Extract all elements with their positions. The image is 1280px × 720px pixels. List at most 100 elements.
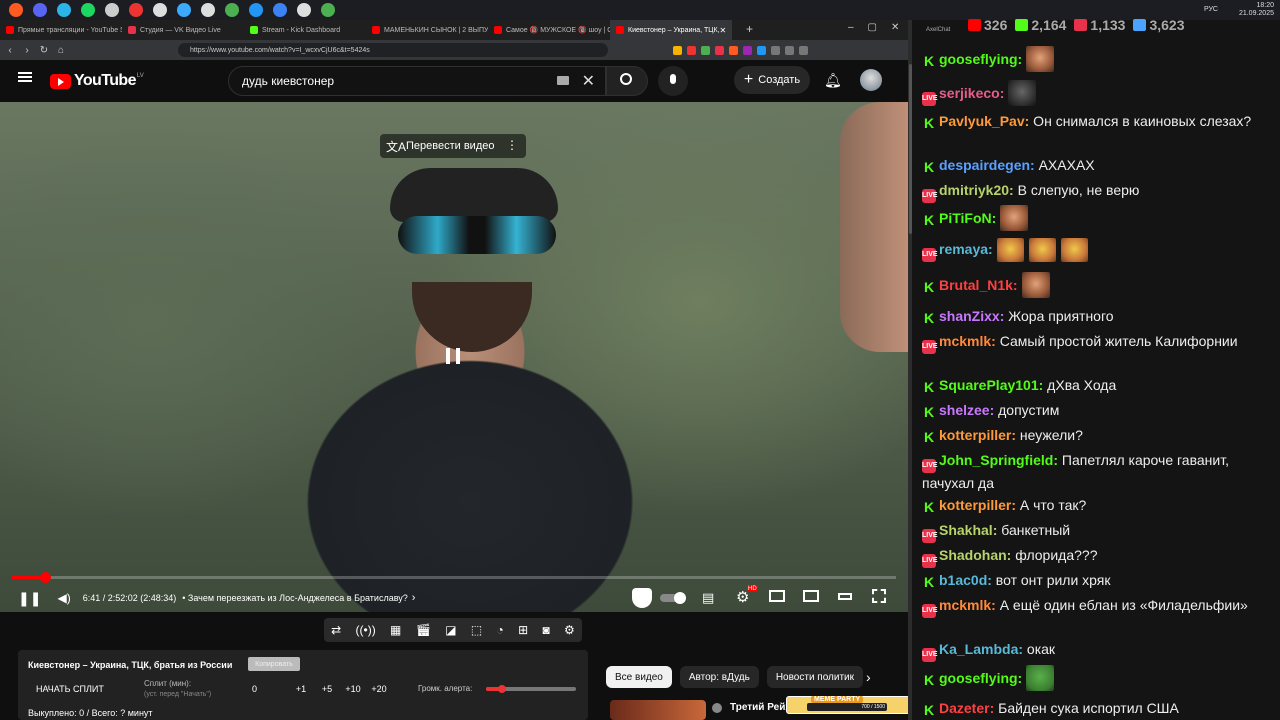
chat-username[interactable]: John_Springfield: bbox=[939, 452, 1058, 468]
channel-avatar[interactable] bbox=[712, 703, 722, 713]
pause-icon[interactable]: ❚❚ bbox=[18, 590, 41, 607]
avatar[interactable] bbox=[860, 69, 882, 91]
increment-button[interactable]: +10 bbox=[340, 684, 366, 694]
start-split-button[interactable]: НАЧАТЬ СПЛИТ bbox=[36, 684, 104, 694]
browser-tab[interactable]: Stream - Kick Dashboard bbox=[244, 20, 366, 40]
picture-icon[interactable]: ◪ bbox=[445, 623, 456, 637]
forward-icon[interactable]: › bbox=[20, 45, 34, 56]
taskbar-app-icon[interactable] bbox=[273, 3, 287, 17]
search-input[interactable]: дудь киевстонер ✕ bbox=[228, 66, 606, 96]
taskbar-app-icon[interactable] bbox=[33, 3, 47, 17]
recommended-title[interactable]: Третий Рейх bbox=[730, 702, 791, 713]
increment-button[interactable]: +20 bbox=[366, 684, 392, 694]
voice-search-button[interactable] bbox=[658, 66, 688, 96]
browser-tab[interactable]: Киевстонер – Украина, ТЦК, ✕ bbox=[610, 20, 732, 40]
filter-chip[interactable]: Все видео bbox=[606, 666, 672, 688]
chat-scrollbar[interactable] bbox=[909, 64, 912, 234]
browser-tab[interactable]: Самое 🔞 МУЖСКОЕ 🔞 шоу | СЫГРАЛИ bbox=[488, 20, 610, 40]
taskbar-app-icon[interactable] bbox=[9, 3, 23, 17]
taskbar-app-icon[interactable] bbox=[105, 3, 119, 17]
youtube-logo[interactable]: YouTube LV bbox=[50, 72, 144, 90]
browser-tab[interactable]: Прямые трансляции - YouTube Studio bbox=[0, 20, 122, 40]
loop-icon[interactable]: ⇄ bbox=[331, 623, 341, 637]
speed-icon[interactable]: ◔ bbox=[497, 623, 504, 637]
video-settings-icon[interactable]: ▦ bbox=[390, 623, 401, 637]
language-indicator[interactable]: РУС bbox=[1204, 6, 1218, 13]
miniplayer-icon[interactable] bbox=[769, 590, 785, 602]
chat-username[interactable]: remaya: bbox=[939, 241, 993, 257]
chat-username[interactable]: Pavlyuk_Pav: bbox=[939, 113, 1029, 129]
volume-icon[interactable]: ◀) bbox=[57, 591, 70, 605]
taskbar-app-icon[interactable] bbox=[297, 3, 311, 17]
extension-icon[interactable] bbox=[687, 45, 696, 55]
progress-bar[interactable] bbox=[12, 572, 896, 583]
back-icon[interactable]: ‹ bbox=[3, 45, 17, 56]
chat-username[interactable]: shelzee: bbox=[939, 402, 994, 418]
extension-icons[interactable] bbox=[668, 45, 808, 55]
url-field[interactable]: https://www.youtube.com/watch?v=I_wcxvCj… bbox=[178, 43, 608, 57]
taskbar-app-icon[interactable] bbox=[225, 3, 239, 17]
create-button[interactable]: + Создать bbox=[734, 66, 810, 94]
subtitles-icon[interactable]: ▤ bbox=[702, 590, 714, 606]
clear-search-icon[interactable]: ✕ bbox=[582, 71, 595, 91]
reload-icon[interactable]: ↻ bbox=[37, 45, 51, 56]
chapter-title[interactable]: • Зачем переезжать из Лос-Анджелеса в Бр… bbox=[182, 593, 408, 603]
browser-tab[interactable]: Студия — VK Видео Live bbox=[122, 20, 244, 40]
taskbar-app-icon[interactable] bbox=[321, 3, 335, 17]
taskbar-app-icon[interactable] bbox=[201, 3, 215, 17]
split-value-field[interactable]: 0 bbox=[252, 684, 257, 694]
extension-icon[interactable] bbox=[701, 45, 710, 55]
theater-mode-icon[interactable] bbox=[803, 590, 819, 602]
filter-chip[interactable]: Новости политик bbox=[766, 666, 864, 688]
filter-chip[interactable]: Автор: вДудь bbox=[679, 666, 759, 688]
chat-username[interactable]: despairdegen: bbox=[939, 157, 1035, 173]
translate-video-button[interactable]: 文A Перевести видео ⋮ bbox=[380, 134, 526, 158]
window-controls[interactable]: –▢✕ bbox=[848, 22, 913, 33]
progress-scrubber[interactable] bbox=[40, 572, 52, 583]
fullscreen-icon[interactable] bbox=[872, 589, 886, 603]
system-tray[interactable]: 18:20 21.09.2025 bbox=[1239, 2, 1274, 18]
taskbar-app-icon[interactable] bbox=[81, 3, 95, 17]
chat-username[interactable]: gooseflying: bbox=[939, 51, 1022, 67]
chat-username[interactable]: Shakhal: bbox=[939, 522, 997, 538]
chat-username[interactable]: Ka_Lambda: bbox=[939, 641, 1023, 657]
extension-icon[interactable] bbox=[715, 45, 724, 55]
taskbar-app-icon[interactable] bbox=[153, 3, 167, 17]
tab-close-icon[interactable]: ✕ bbox=[720, 26, 727, 35]
chat-username[interactable]: mckmlk: bbox=[939, 333, 996, 349]
alert-volume-slider[interactable] bbox=[486, 685, 576, 693]
chat-username[interactable]: kotterpiller: bbox=[939, 427, 1016, 443]
increment-button[interactable]: +5 bbox=[314, 684, 340, 694]
chat-username[interactable]: SquarePlay101: bbox=[939, 377, 1043, 393]
home-icon[interactable]: ⌂ bbox=[54, 45, 68, 56]
recommended-thumbnail[interactable] bbox=[610, 700, 706, 720]
extension-icon[interactable] bbox=[771, 45, 780, 55]
gear-icon[interactable]: ⚙ bbox=[564, 623, 575, 637]
menu-icon[interactable] bbox=[799, 45, 808, 55]
sponsorblock-icon[interactable] bbox=[632, 588, 652, 608]
extension-icon[interactable] bbox=[757, 45, 766, 55]
add-icon[interactable]: ⊞ bbox=[518, 623, 528, 637]
chevron-right-icon[interactable]: › bbox=[412, 592, 416, 604]
chat-username[interactable]: Brutal_N1k: bbox=[939, 277, 1018, 293]
extension-icon[interactable] bbox=[743, 45, 752, 55]
chat-username[interactable]: Shadohan: bbox=[939, 547, 1011, 563]
chat-username[interactable]: PiTiFoN: bbox=[939, 210, 996, 226]
screenshot-icon[interactable]: ◙ bbox=[542, 623, 549, 637]
taskbar-app-icon[interactable] bbox=[249, 3, 263, 17]
search-button[interactable] bbox=[606, 66, 648, 96]
browser-tab[interactable]: МАМЕНЬКИН СЫНОК | 2 ВЫПУСК bbox=[366, 20, 488, 40]
video-player[interactable]: 文A Перевести видео ⋮ ❚❚ ◀) 6:41 / 2:52:0… bbox=[0, 102, 908, 612]
chat-username[interactable]: mckmlk: bbox=[939, 597, 996, 613]
increment-button[interactable]: +1 bbox=[288, 684, 314, 694]
pause-overlay-icon[interactable] bbox=[446, 348, 460, 364]
audio-icon[interactable]: ((•)) bbox=[356, 623, 376, 637]
taskbar-app-icon[interactable] bbox=[129, 3, 143, 17]
chat-username[interactable]: serjikeco: bbox=[939, 85, 1004, 101]
autoplay-toggle[interactable] bbox=[660, 592, 686, 604]
download-icon[interactable] bbox=[785, 45, 794, 55]
chat-username[interactable]: Dazeter: bbox=[939, 700, 994, 716]
extension-icon[interactable] bbox=[673, 45, 682, 55]
chat-username[interactable]: dmitriyk20: bbox=[939, 182, 1014, 198]
cinema-icon[interactable] bbox=[838, 593, 852, 600]
